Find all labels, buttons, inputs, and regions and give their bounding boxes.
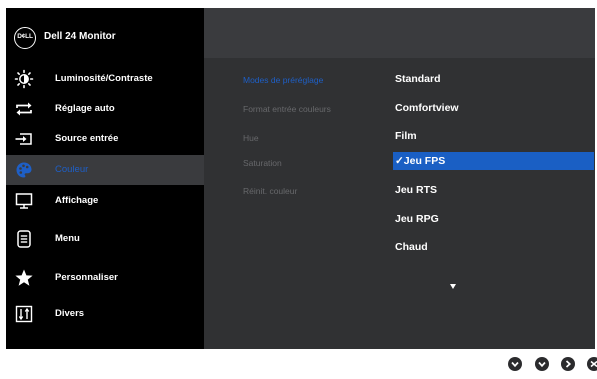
menu-item-auto-adjust[interactable]: Réglage auto — [6, 94, 204, 124]
menu-item-input-source[interactable]: Source entrée — [6, 124, 204, 154]
right-icon — [565, 360, 572, 368]
preset-option-rts-game[interactable]: Jeu RTS — [393, 181, 594, 199]
preset-label: ✓Jeu FPS — [395, 155, 446, 167]
preset-option-comfortview[interactable]: Comfortview — [393, 99, 594, 117]
menu-label: Luminosité/Contraste — [55, 73, 153, 84]
star-icon — [15, 269, 33, 286]
exit-icon — [590, 360, 597, 368]
content-header — [204, 8, 595, 58]
menu-label: Menu — [55, 233, 80, 244]
preset-label: Film — [395, 130, 417, 142]
preset-label: Comfortview — [395, 102, 459, 114]
monitor-osd: D¢LL Dell 24 Monitor Luminosité/Contrast… — [6, 8, 595, 349]
brightness-contrast-icon — [14, 69, 34, 89]
dell-logo-text: D¢LL — [17, 33, 33, 40]
preset-label: Standard — [395, 73, 441, 85]
monitor-title: Dell 24 Monitor — [44, 31, 116, 42]
preset-option-fps-game[interactable]: ✓Jeu FPS — [393, 152, 594, 170]
preset-option-rpg-game[interactable]: Jeu RPG — [393, 210, 594, 228]
menu-label: Couleur — [55, 164, 89, 175]
menu-item-brightness-contrast[interactable]: Luminosité/Contraste — [6, 64, 204, 94]
nav-button-exit[interactable] — [587, 357, 597, 371]
nav-button-down-1[interactable] — [508, 357, 522, 371]
preset-option-film[interactable]: Film — [393, 127, 594, 145]
submenu-hue[interactable]: Hue — [243, 133, 259, 143]
preset-option-standard[interactable]: Standard — [393, 70, 594, 88]
down-icon — [538, 361, 546, 368]
menu-list-icon — [17, 230, 31, 248]
input-source-icon — [15, 133, 32, 145]
dell-logo: D¢LL — [14, 27, 36, 49]
preset-option-warm[interactable]: Chaud — [393, 238, 594, 256]
osd-header: D¢LL Dell 24 Monitor — [6, 8, 204, 58]
osd-sidebar: D¢LL Dell 24 Monitor Luminosité/Contrast… — [6, 8, 204, 349]
others-sliders-icon — [15, 305, 33, 323]
submenu-input-color-format[interactable]: Format entrée couleurs — [243, 104, 331, 114]
menu-item-color[interactable]: Couleur — [6, 155, 204, 185]
preset-label: Jeu RPG — [395, 213, 439, 225]
menu-item-display[interactable]: Affichage — [6, 186, 204, 216]
submenu-reset-color[interactable]: Réinit. couleur — [243, 186, 297, 196]
submenu-saturation[interactable]: Saturation — [243, 158, 282, 168]
nav-button-right[interactable] — [561, 357, 575, 371]
nav-button-down-2[interactable] — [535, 357, 549, 371]
osd-content-panel: Modes de préréglage Format entrée couleu… — [204, 8, 595, 349]
menu-label: Source entrée — [55, 133, 119, 144]
preset-label: Jeu RTS — [395, 184, 438, 196]
menu-item-personalize[interactable]: Personnaliser — [6, 263, 204, 293]
menu-item-menu[interactable]: Menu — [6, 224, 204, 254]
auto-adjust-icon — [16, 102, 32, 116]
display-monitor-icon — [15, 193, 33, 209]
preset-label: Chaud — [395, 241, 428, 253]
menu-label: Personnaliser — [55, 272, 118, 283]
down-icon — [511, 361, 519, 368]
scroll-down-indicator[interactable] — [450, 284, 456, 289]
menu-label: Divers — [55, 308, 85, 319]
menu-label: Réglage auto — [55, 103, 115, 114]
menu-label: Affichage — [55, 195, 99, 206]
color-palette-icon — [16, 162, 32, 178]
menu-item-others[interactable]: Divers — [6, 299, 204, 329]
submenu-preset-modes[interactable]: Modes de préréglage — [243, 75, 323, 85]
